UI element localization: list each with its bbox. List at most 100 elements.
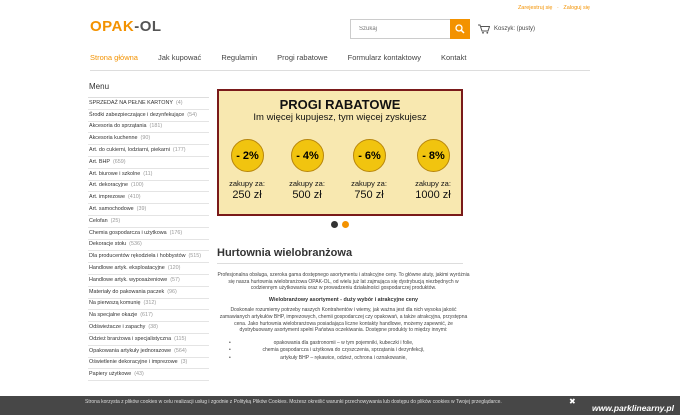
sidebar-category-item[interactable]: Akcesoria kuchenne (90) <box>88 133 209 146</box>
sidebar-category-item[interactable]: Handlowe artyk. eksploatacyjne (120) <box>88 263 209 275</box>
category-label: SPRZEDAŻ NA PEŁNE KARTONY <box>89 99 173 106</box>
category-label: Art. dekoracyjne <box>89 182 128 189</box>
tier-amount: 1000 zł <box>415 189 451 201</box>
nav-how-to-buy[interactable]: Jak kupować <box>158 53 201 68</box>
search-input[interactable] <box>350 19 450 39</box>
slider-dot-2[interactable] <box>342 221 349 228</box>
category-count: (25) <box>110 217 121 224</box>
category-count: (312) <box>143 300 157 307</box>
category-count: (617) <box>140 312 153 319</box>
category-count: (39) <box>136 205 147 212</box>
page-title: Hurtownia wielobranżowa <box>217 247 353 259</box>
category-label: Dla producentów rękodzieła i hobbystów <box>89 253 186 260</box>
account-links: Zarejestruj się · Zaloguj się <box>515 5 590 11</box>
nav-contact[interactable]: Kontakt <box>441 53 466 68</box>
logo-part-1: OPAK <box>90 18 135 35</box>
category-count: (11) <box>143 170 153 177</box>
sidebar-category-item[interactable]: Dekoracje stołu (536) <box>88 240 209 252</box>
body-paragraph: Doskonale rozumiemy potrzeby naszych Kon… <box>219 307 468 334</box>
sidebar-category-item[interactable]: Art. samochodowe (39) <box>88 204 209 216</box>
discount-badge: - 6% <box>353 139 386 172</box>
tier-amount: 500 zł <box>292 189 322 201</box>
list-item: chemia gospodarcza i użytkowa do czyszcz… <box>217 347 470 354</box>
menu-title: Menu <box>88 80 209 98</box>
category-label: Art. biurowe i szkolne <box>89 170 141 177</box>
sidebar-category-item[interactable]: Środki zabezpieczające i dezynfekujące (5… <box>88 110 209 122</box>
category-label: Handlowe artyk. wyposażeniowe <box>89 276 168 283</box>
sidebar-category-item[interactable]: Celofan (25) <box>88 216 209 228</box>
nav-contact-form[interactable]: Formularz kontaktowy <box>348 53 421 68</box>
category-count: (177) <box>172 146 186 153</box>
category-label: Akcesoria do sprzątania <box>89 123 147 130</box>
sidebar-category-item[interactable]: Dla producentów rękodzieła i hobbystów (5… <box>88 251 209 264</box>
category-count: (100) <box>130 182 144 189</box>
category-label: Na pierwszą komunię <box>89 300 141 307</box>
nav-discount-levels[interactable]: Progi rabatowe <box>277 53 327 68</box>
discount-badge: - 8% <box>417 139 450 172</box>
tier-label: zakupy za: <box>415 179 451 188</box>
logo-part-2: -OL <box>134 18 162 35</box>
sidebar-category-item[interactable]: Akcesoria do sprzątania (181) <box>88 122 209 134</box>
category-count: (181) <box>149 123 163 130</box>
search-icon <box>455 24 465 34</box>
main-nav: Strona główna Jak kupować Regulamin Prog… <box>90 53 590 68</box>
separator: · <box>557 5 559 11</box>
category-label: Celofan <box>89 217 108 224</box>
sidebar-category-item[interactable]: Art. imprezowe (410) <box>88 192 209 205</box>
category-label: Oświetlenie dekoracyjne i imprezowe <box>89 359 178 366</box>
sidebar-category-item[interactable]: Papiery użytkowe (43) <box>88 369 209 382</box>
sidebar-category-item[interactable]: Na pierwszą komunię (312) <box>88 299 209 311</box>
category-count: (564) <box>174 347 187 354</box>
category-count: (176) <box>169 229 183 236</box>
category-label: Art. do cukierni, lodziarni, piekarni <box>89 146 170 153</box>
banner-subtitle: Im więcej kupujesz, tym więcej zyskujesz <box>253 112 427 123</box>
cart-label: Koszyk: (pusty) <box>494 26 536 32</box>
login-link[interactable]: Zaloguj się <box>563 5 590 11</box>
category-label: Odświeżacze i zapachy <box>89 323 146 330</box>
discount-badge: - 2% <box>231 139 264 172</box>
category-count: (3) <box>180 359 188 366</box>
section-heading: Wielobranżowy asortyment - duży wybór i … <box>268 296 419 303</box>
nav-terms[interactable]: Regulamin <box>221 53 257 68</box>
register-link[interactable]: Zarejestruj się <box>518 5 553 11</box>
category-count: (4) <box>175 99 183 106</box>
category-label: Na specjalne okazje <box>89 312 138 319</box>
sidebar-category-item[interactable]: Art. biurowe i szkolne (11) <box>88 169 209 181</box>
close-icon[interactable]: ✖ <box>569 397 576 406</box>
category-count: (410) <box>127 194 141 201</box>
tier-label: zakupy za: <box>229 179 265 188</box>
tier-label: zakupy za: <box>289 179 325 188</box>
category-count: (536) <box>129 241 142 248</box>
sidebar-category-item[interactable]: Na specjalne okazje (617) <box>88 310 209 323</box>
sidebar-category-item[interactable]: Oświetlenie dekoracyjne i imprezowe (3) <box>88 358 209 370</box>
nav-divider <box>90 70 590 71</box>
sidebar-category-item[interactable]: Chemia gospodarcza i użytkowa (176) <box>88 228 209 240</box>
sidebar-category-item[interactable]: Art. dekoracyjne (100) <box>88 181 209 193</box>
category-list: SPRZEDAŻ NA PEŁNE KARTONY (4) Środki zabez… <box>88 98 209 382</box>
sidebar-category-item[interactable]: Odświeżacze i zapachy (38) <box>88 322 209 334</box>
sidebar-category-item[interactable]: Opakowania artykuły jednorazowe (564) <box>88 346 209 358</box>
category-sidebar: Menu SPRZEDAŻ NA PEŁNE KARTONY (4) Środki … <box>88 80 209 382</box>
category-label: Środki zabezpieczające i dezynfekujące <box>89 111 185 118</box>
category-label: Materiały do pakowania paczek <box>89 288 165 295</box>
category-count: (90) <box>140 135 151 142</box>
category-count: (43) <box>134 371 144 378</box>
search-button[interactable] <box>450 19 470 39</box>
cart-widget[interactable]: Koszyk: (pusty) <box>478 24 535 34</box>
slider-dot-1[interactable] <box>331 221 338 228</box>
sidebar-category-item[interactable]: Materiały do pakowania paczek (96) <box>88 287 209 299</box>
product-list: opakowania dla gastronomii – w tym pojem… <box>217 340 470 362</box>
sidebar-category-item[interactable]: Art. do cukierni, lodziarni, piekarni (17… <box>88 145 209 157</box>
discount-banner[interactable]: PROGI RABATOWE Im więcej kupujesz, tym w… <box>217 89 463 216</box>
sidebar-category-item[interactable]: Handlowe artyk. wyposażeniowe (57) <box>88 275 209 287</box>
category-label: Dekoracje stołu <box>89 241 127 248</box>
sidebar-category-item[interactable]: Odzież branżowa i specjalistyczna (115) <box>88 334 209 346</box>
category-label: Art. BHP <box>89 158 110 165</box>
site-logo[interactable]: OPAK-OL <box>90 18 162 35</box>
top-bar: Zarejestruj się · Zaloguj się <box>0 0 680 12</box>
category-count: (659) <box>112 158 126 165</box>
sidebar-category-item[interactable]: Art. BHP (659) <box>88 157 209 169</box>
sidebar-category-item[interactable]: SPRZEDAŻ NA PEŁNE KARTONY (4) <box>88 98 209 110</box>
nav-home[interactable]: Strona główna <box>90 53 138 68</box>
category-label: Handlowe artyk. eksploatacyjne <box>89 264 165 271</box>
